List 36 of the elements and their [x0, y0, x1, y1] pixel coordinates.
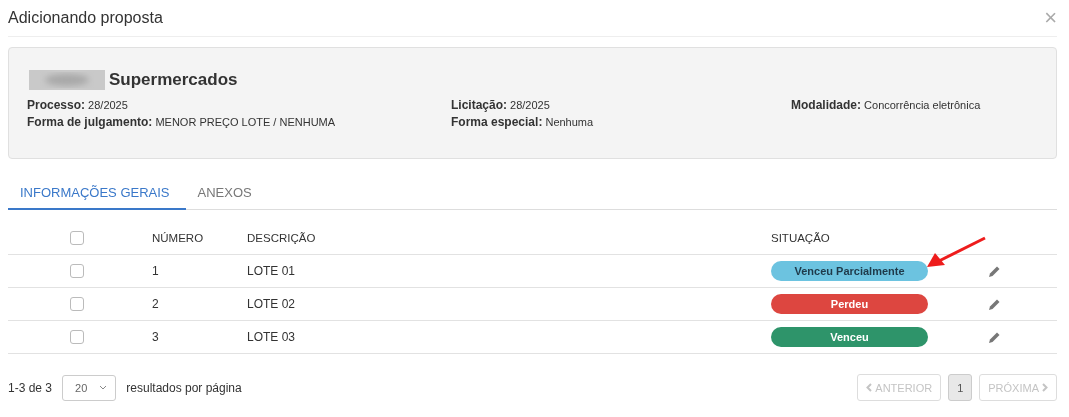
- status-badge: Venceu Parcialmente: [771, 261, 928, 281]
- info-field: Licitação: 28/2025: [451, 98, 791, 112]
- dialog-title: Adicionando proposta: [8, 9, 163, 27]
- chevron-down-icon: [99, 385, 108, 390]
- info-field: Modalidade: Concorrência eletrônica: [791, 98, 1038, 112]
- table-cell: LOTE 01: [247, 264, 296, 278]
- column-header: DESCRIÇÃO: [247, 232, 316, 244]
- checkbox[interactable]: [70, 297, 84, 311]
- status-badge: Venceu: [771, 327, 928, 347]
- info-field: Processo: 28/2025: [27, 98, 451, 112]
- company-name: Supermercados: [109, 70, 238, 90]
- table-cell: 3: [152, 330, 159, 344]
- column-header: SITUAÇÃO: [771, 232, 830, 244]
- checkbox[interactable]: [70, 231, 84, 245]
- pencil-icon[interactable]: [988, 264, 1001, 278]
- table-cell: 1: [152, 264, 159, 278]
- table-cell: LOTE 02: [247, 297, 296, 311]
- pagination-button[interactable]: 1: [948, 374, 973, 401]
- checkbox[interactable]: [70, 264, 84, 278]
- page-size-label: resultados por página: [126, 380, 242, 395]
- table-cell: LOTE 03: [247, 330, 296, 344]
- tab[interactable]: INFORMAÇÕES GERAIS: [8, 177, 186, 210]
- pencil-icon[interactable]: [988, 330, 1001, 344]
- status-badge: Perdeu: [771, 294, 928, 314]
- tab[interactable]: ANEXOS: [185, 177, 264, 210]
- table-cell: 2: [152, 297, 159, 311]
- info-field: Forma especial: Nenhuma: [451, 115, 791, 129]
- result-count: 1-3 de 3: [8, 380, 53, 395]
- column-header: NÚMERO: [152, 232, 204, 244]
- close-button[interactable]: ×: [1044, 7, 1057, 29]
- chevron-right-icon: [1042, 383, 1048, 392]
- page-size-select[interactable]: 20: [62, 374, 117, 401]
- info-field: Forma de julgamento: MENOR PREÇO LOTE / NENHUMA: [27, 115, 451, 129]
- chevron-left-icon: [866, 383, 873, 392]
- pencil-icon[interactable]: [988, 297, 1001, 311]
- checkbox[interactable]: [70, 330, 84, 344]
